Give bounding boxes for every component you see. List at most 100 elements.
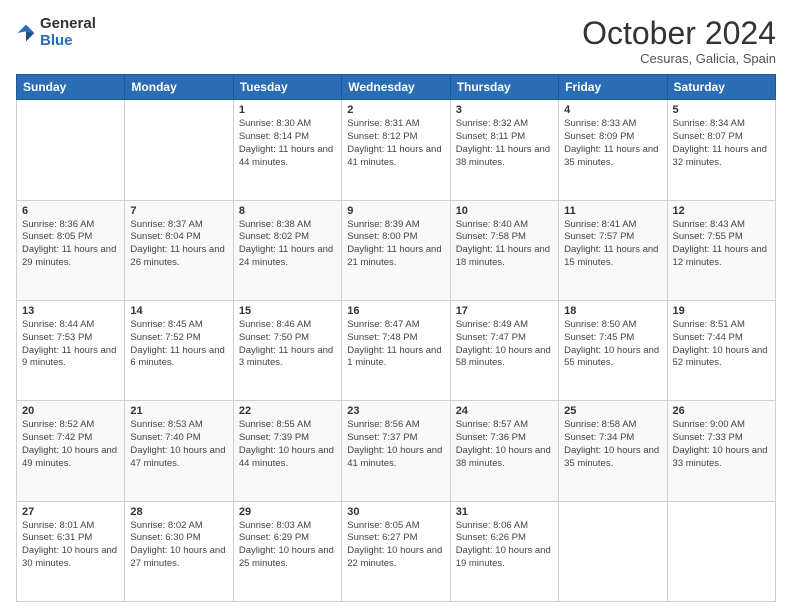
- day-info: Sunrise: 8:46 AM Sunset: 7:50 PM Dayligh…: [239, 319, 336, 370]
- calendar-week-row: 6 Sunrise: 8:36 AM Sunset: 8:05 PM Daylig…: [17, 200, 776, 300]
- day-info: Sunrise: 8:57 AM Sunset: 7:36 PM Dayligh…: [456, 419, 553, 470]
- day-number: 19: [673, 305, 770, 317]
- calendar-cell: 6 Sunrise: 8:36 AM Sunset: 8:05 PM Daylig…: [17, 200, 125, 300]
- day-number: 5: [673, 104, 770, 116]
- calendar-cell: 26 Sunrise: 9:00 AM Sunset: 7:33 PM Dayli…: [667, 401, 775, 501]
- day-info: Sunrise: 8:43 AM Sunset: 7:55 PM Dayligh…: [673, 219, 770, 270]
- day-number: 23: [347, 405, 444, 417]
- calendar-table: SundayMondayTuesdayWednesdayThursdayFrid…: [16, 74, 776, 602]
- calendar-cell: 21Sunrise: 8:53 AM Sunset: 7:40 PM Dayli…: [125, 401, 233, 501]
- day-number: 24: [456, 405, 553, 417]
- logo-general: General: [40, 16, 96, 33]
- calendar-cell: 13 Sunrise: 8:44 AM Sunset: 7:53 PM Dayli…: [17, 300, 125, 400]
- calendar-cell: 23 Sunrise: 8:56 AM Sunset: 7:37 PM Dayli…: [342, 401, 450, 501]
- calendar-header-row: SundayMondayTuesdayWednesdayThursdayFrid…: [17, 75, 776, 100]
- calendar-cell: 5 Sunrise: 8:34 AM Sunset: 8:07 PM Daylig…: [667, 100, 775, 200]
- day-info: Sunrise: 8:47 AM Sunset: 7:48 PM Dayligh…: [347, 319, 444, 370]
- calendar-day-header: Friday: [559, 75, 667, 100]
- calendar-day-header: Tuesday: [233, 75, 341, 100]
- calendar-cell: 16 Sunrise: 8:47 AM Sunset: 7:48 PM Dayli…: [342, 300, 450, 400]
- calendar-cell: 27 Sunrise: 8:01 AM Sunset: 6:31 PM Dayli…: [17, 501, 125, 601]
- logo-icon: [16, 23, 36, 43]
- day-info: Sunrise: 8:02 AM Sunset: 6:30 PM Dayligh…: [130, 520, 227, 571]
- calendar-cell: 14 Sunrise: 8:45 AM Sunset: 7:52 PM Dayli…: [125, 300, 233, 400]
- calendar-cell: 4 Sunrise: 8:33 AM Sunset: 8:09 PM Daylig…: [559, 100, 667, 200]
- calendar-cell: 8 Sunrise: 8:38 AM Sunset: 8:02 PM Daylig…: [233, 200, 341, 300]
- day-info: Sunrise: 8:31 AM Sunset: 8:12 PM Dayligh…: [347, 118, 444, 169]
- day-info: Sunrise: 8:39 AM Sunset: 8:00 PM Dayligh…: [347, 219, 444, 270]
- location: Cesuras, Galicia, Spain: [582, 51, 776, 66]
- calendar-cell: 3 Sunrise: 8:32 AM Sunset: 8:11 PM Daylig…: [450, 100, 558, 200]
- logo: General Blue: [16, 16, 96, 49]
- calendar-week-row: 20 Sunrise: 8:52 AM Sunset: 7:42 PM Dayli…: [17, 401, 776, 501]
- day-info: Sunrise: 8:50 AM Sunset: 7:45 PM Dayligh…: [564, 319, 661, 370]
- day-number: 7: [130, 205, 227, 217]
- calendar-day-header: Saturday: [667, 75, 775, 100]
- calendar-week-row: 13 Sunrise: 8:44 AM Sunset: 7:53 PM Dayli…: [17, 300, 776, 400]
- day-info: Sunrise: 8:36 AM Sunset: 8:05 PM Dayligh…: [22, 219, 119, 270]
- day-number: 25: [564, 405, 661, 417]
- day-number: 9: [347, 205, 444, 217]
- day-number: 18: [564, 305, 661, 317]
- day-info: Sunrise: 8:38 AM Sunset: 8:02 PM Dayligh…: [239, 219, 336, 270]
- header: General Blue October 2024 Cesuras, Galic…: [16, 16, 776, 66]
- day-info: Sunrise: 9:00 AM Sunset: 7:33 PM Dayligh…: [673, 419, 770, 470]
- day-number: 15: [239, 305, 336, 317]
- calendar-cell: 15 Sunrise: 8:46 AM Sunset: 7:50 PM Dayli…: [233, 300, 341, 400]
- day-info: Sunrise: 8:01 AM Sunset: 6:31 PM Dayligh…: [22, 520, 119, 571]
- day-number: 6: [22, 205, 119, 217]
- day-info: Sunrise: 8:58 AM Sunset: 7:34 PM Dayligh…: [564, 419, 661, 470]
- page: General Blue October 2024 Cesuras, Galic…: [0, 0, 792, 612]
- day-info: Sunrise: 8:32 AM Sunset: 8:11 PM Dayligh…: [456, 118, 553, 169]
- day-info: Sunrise: 8:40 AM Sunset: 7:58 PM Dayligh…: [456, 219, 553, 270]
- calendar-cell: 2 Sunrise: 8:31 AM Sunset: 8:12 PM Daylig…: [342, 100, 450, 200]
- day-number: 29: [239, 506, 336, 518]
- day-number: 31: [456, 506, 553, 518]
- calendar-cell: 18 Sunrise: 8:50 AM Sunset: 7:45 PM Dayli…: [559, 300, 667, 400]
- day-number: 28: [130, 506, 227, 518]
- day-number: 8: [239, 205, 336, 217]
- calendar-cell: 25 Sunrise: 8:58 AM Sunset: 7:34 PM Dayli…: [559, 401, 667, 501]
- day-number: 30: [347, 506, 444, 518]
- day-info: Sunrise: 8:45 AM Sunset: 7:52 PM Dayligh…: [130, 319, 227, 370]
- day-number: 12: [673, 205, 770, 217]
- logo-blue: Blue: [40, 33, 96, 50]
- calendar-cell: 31 Sunrise: 8:06 AM Sunset: 6:26 PM Dayli…: [450, 501, 558, 601]
- day-number: 17: [456, 305, 553, 317]
- day-number: 2: [347, 104, 444, 116]
- calendar-cell: 12 Sunrise: 8:43 AM Sunset: 7:55 PM Dayli…: [667, 200, 775, 300]
- day-number: 26: [673, 405, 770, 417]
- day-info: Sunrise: 8:41 AM Sunset: 7:57 PM Dayligh…: [564, 219, 661, 270]
- day-number: 14: [130, 305, 227, 317]
- calendar-cell: 28 Sunrise: 8:02 AM Sunset: 6:30 PM Dayli…: [125, 501, 233, 601]
- calendar-week-row: 1Sunrise: 8:30 AM Sunset: 8:14 PM Daylig…: [17, 100, 776, 200]
- day-number: 1: [239, 104, 336, 116]
- day-info: Sunrise: 8:05 AM Sunset: 6:27 PM Dayligh…: [347, 520, 444, 571]
- day-number: 10: [456, 205, 553, 217]
- calendar-cell: 11Sunrise: 8:41 AM Sunset: 7:57 PM Dayli…: [559, 200, 667, 300]
- calendar-cell: 22Sunrise: 8:55 AM Sunset: 7:39 PM Dayli…: [233, 401, 341, 501]
- day-info: Sunrise: 8:52 AM Sunset: 7:42 PM Dayligh…: [22, 419, 119, 470]
- calendar-cell: [17, 100, 125, 200]
- month-title: October 2024: [582, 16, 776, 51]
- day-number: 16: [347, 305, 444, 317]
- calendar-day-header: Thursday: [450, 75, 558, 100]
- day-info: Sunrise: 8:03 AM Sunset: 6:29 PM Dayligh…: [239, 520, 336, 571]
- calendar-cell: 1Sunrise: 8:30 AM Sunset: 8:14 PM Daylig…: [233, 100, 341, 200]
- day-info: Sunrise: 8:56 AM Sunset: 7:37 PM Dayligh…: [347, 419, 444, 470]
- day-number: 27: [22, 506, 119, 518]
- day-number: 20: [22, 405, 119, 417]
- calendar-cell: 29 Sunrise: 8:03 AM Sunset: 6:29 PM Dayli…: [233, 501, 341, 601]
- calendar-cell: [559, 501, 667, 601]
- calendar-week-row: 27 Sunrise: 8:01 AM Sunset: 6:31 PM Dayli…: [17, 501, 776, 601]
- day-number: 13: [22, 305, 119, 317]
- day-info: Sunrise: 8:53 AM Sunset: 7:40 PM Dayligh…: [130, 419, 227, 470]
- calendar-cell: 9 Sunrise: 8:39 AM Sunset: 8:00 PM Daylig…: [342, 200, 450, 300]
- day-info: Sunrise: 8:44 AM Sunset: 7:53 PM Dayligh…: [22, 319, 119, 370]
- day-number: 4: [564, 104, 661, 116]
- day-info: Sunrise: 8:34 AM Sunset: 8:07 PM Dayligh…: [673, 118, 770, 169]
- day-info: Sunrise: 8:06 AM Sunset: 6:26 PM Dayligh…: [456, 520, 553, 571]
- day-info: Sunrise: 8:49 AM Sunset: 7:47 PM Dayligh…: [456, 319, 553, 370]
- day-number: 3: [456, 104, 553, 116]
- day-info: Sunrise: 8:33 AM Sunset: 8:09 PM Dayligh…: [564, 118, 661, 169]
